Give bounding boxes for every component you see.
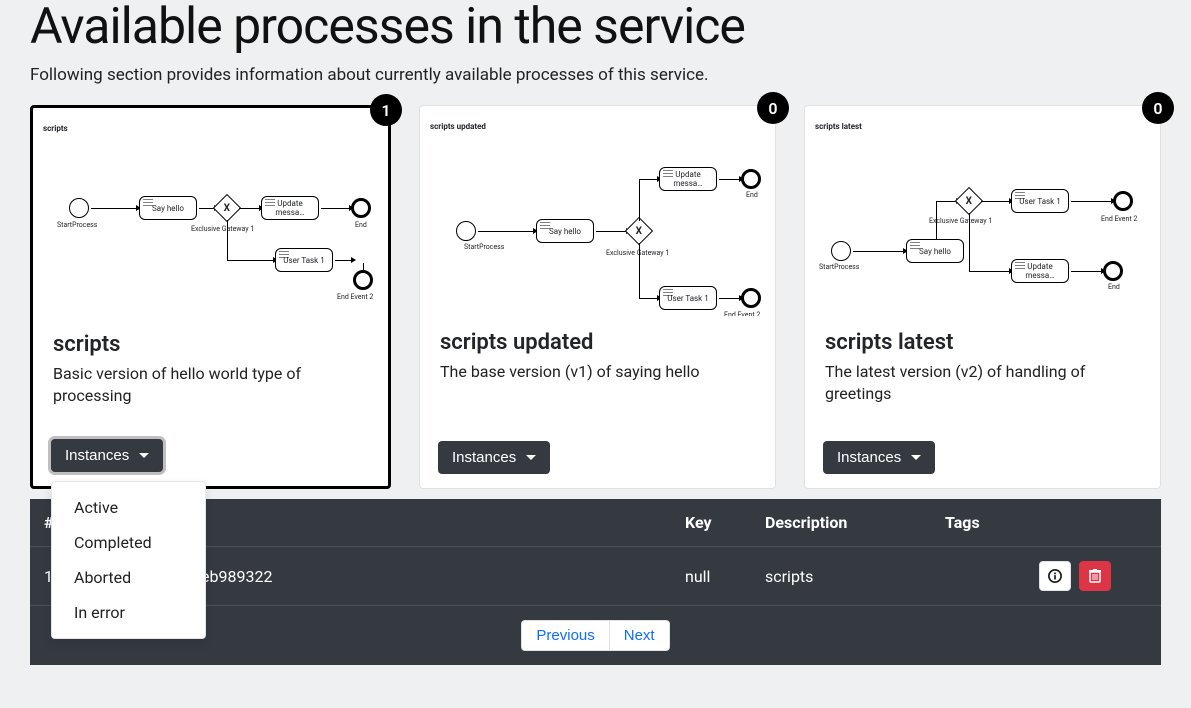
bpmn-diagram: scripts StartProcess Say hello X Exclusi… — [33, 108, 388, 318]
previous-button[interactable]: Previous — [521, 620, 609, 651]
instances-dropdown: Active Completed Aborted In error — [51, 481, 206, 639]
next-button[interactable]: Next — [610, 620, 670, 651]
bpmn-diagram: scripts latest StartProcess Say hello X … — [805, 106, 1160, 316]
instance-count-badge: 1 — [370, 94, 402, 126]
page-subtitle: Following section provides information a… — [30, 65, 1161, 85]
dropdown-item-completed[interactable]: Completed — [52, 525, 205, 560]
process-card[interactable]: 0 scripts updated StartProcess Say hello… — [419, 105, 776, 489]
col-header-key: Key — [671, 499, 751, 547]
col-header-actions — [1021, 499, 1161, 547]
info-button[interactable] — [1039, 561, 1071, 591]
page-title: Available processes in the service — [30, 0, 1161, 55]
chevron-down-icon — [911, 455, 921, 460]
delete-button[interactable] — [1079, 561, 1111, 591]
col-header-tags: Tags — [931, 499, 1021, 547]
instance-count-badge: 0 — [1142, 92, 1174, 124]
dropdown-item-inerror[interactable]: In error — [52, 595, 205, 630]
instances-button[interactable]: Instances — [51, 439, 163, 472]
process-description: The base version (v1) of saying hello — [440, 361, 755, 407]
process-description: The latest version (v2) of handling of g… — [825, 361, 1140, 407]
instance-count-badge: 0 — [757, 92, 789, 124]
process-description: Basic version of hello world type of pro… — [53, 363, 368, 409]
process-card[interactable]: 0 scripts latest StartProcess Say hello … — [804, 105, 1161, 489]
bpmn-diagram: scripts updated StartProcess Say hello X… — [420, 106, 775, 316]
process-title: scripts updated — [440, 330, 755, 355]
col-header-description: Description — [751, 499, 931, 547]
dropdown-item-active[interactable]: Active — [52, 490, 205, 525]
chevron-down-icon — [139, 453, 149, 458]
chevron-down-icon — [526, 455, 536, 460]
info-icon — [1048, 569, 1062, 583]
process-title: scripts latest — [825, 330, 1140, 355]
instances-button[interactable]: Instances — [823, 441, 935, 474]
instances-button[interactable]: Instances — [438, 441, 550, 474]
trash-icon — [1089, 569, 1101, 583]
process-card[interactable]: 1 scripts StartProcess Say hello X Exclu… — [30, 105, 391, 489]
process-title: scripts — [53, 332, 368, 357]
dropdown-item-aborted[interactable]: Aborted — [52, 560, 205, 595]
